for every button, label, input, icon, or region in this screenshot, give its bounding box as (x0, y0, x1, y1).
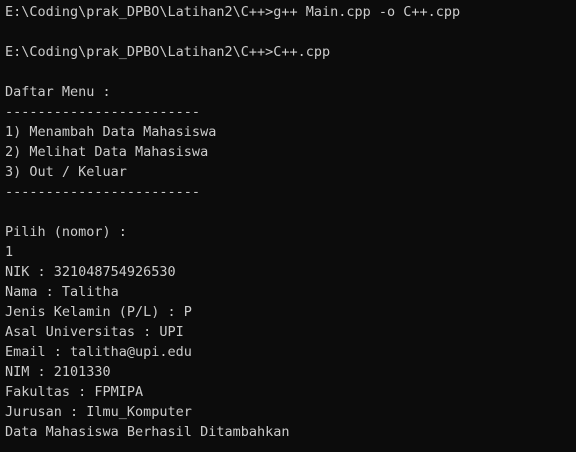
field-email: Email : talitha@upi.edu (5, 344, 192, 360)
success-message: Data Mahasiswa Berhasil Ditambahkan (5, 424, 290, 440)
field-nik: NIK : 321048754926530 (5, 264, 176, 280)
field-nama: Nama : Talitha (5, 284, 119, 300)
field-jurusan: Jurusan : Ilmu_Komputer (5, 404, 192, 420)
field-nim: NIM : 2101330 (5, 364, 111, 380)
terminal-window[interactable]: E:\Coding\prak_DPBO\Latihan2\C++>g++ Mai… (0, 0, 576, 452)
menu-option-add: 1) Menambah Data Mahasiswa (5, 124, 217, 140)
command-line-compile: E:\Coding\prak_DPBO\Latihan2\C++>g++ Mai… (5, 4, 461, 20)
field-jenis-kelamin: Jenis Kelamin (P/L) : P (5, 304, 192, 320)
field-asal-universitas: Asal Universitas : UPI (5, 324, 184, 340)
input-choice: 1 (5, 244, 14, 260)
command-line-run: E:\Coding\prak_DPBO\Latihan2\C++>C++.cpp (5, 44, 331, 60)
menu-title: Daftar Menu : (5, 84, 111, 100)
prompt-choice: Pilih (nomor) : (5, 224, 127, 240)
menu-option-view: 2) Melihat Data Mahasiswa (5, 144, 209, 160)
field-fakultas: Fakultas : FPMIPA (5, 384, 144, 400)
menu-option-exit: 3) Out / Keluar (5, 164, 127, 180)
menu-divider: ------------------------ (5, 184, 201, 200)
menu-divider: ------------------------ (5, 104, 201, 120)
